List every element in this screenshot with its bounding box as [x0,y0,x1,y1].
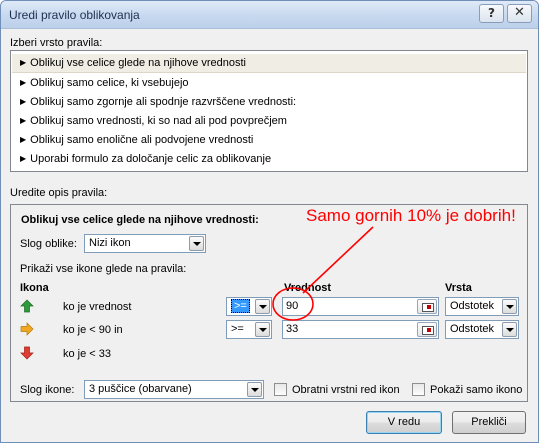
value-column-header: Vrednost [284,282,332,294]
row-condition-text: ko je vrednost [63,301,132,313]
rule-type-item[interactable]: ▶ Oblikuj vse celice glede na njihove vre… [12,54,526,73]
triangle-icon: ▶ [20,78,27,87]
chevron-down-icon[interactable] [255,299,270,314]
rule-type-list[interactable]: ▶ Oblikuj vse celice glede na njihove vre… [10,50,528,172]
green-up-arrow-icon [20,299,34,313]
red-down-arrow-icon [20,346,34,360]
row-condition-text: ko je < 90 in [63,324,123,336]
help-button[interactable]: ? [479,4,504,23]
row-condition-text: ko je < 33 [63,348,112,360]
type-column-header: Vrsta [445,282,472,294]
show-icon-only-checkbox[interactable] [412,383,425,396]
value-type-select[interactable]: Odstotek [445,297,519,316]
icon-style-select[interactable]: 3 puščice (obarvane) [84,380,264,399]
ok-button[interactable]: V redu [366,411,442,434]
rule-type-label: Izberi vrsto pravila: [10,37,103,49]
rule-type-item[interactable]: ▶ Oblikuj samo celice, ki vsebujejo [12,74,526,93]
value-input[interactable]: 90 [282,297,439,316]
triangle-icon: ▶ [20,116,27,125]
icon-style-label: Slog ikone: [20,384,75,396]
cancel-button[interactable]: Prekliči [452,411,526,434]
chevron-down-icon[interactable] [255,322,270,337]
triangle-icon: ▶ [20,97,27,106]
description-label: Uredite opis pravila: [10,187,108,199]
rule-type-item[interactable]: ▶ Oblikuj samo zgornje ali spodnje razvrš… [12,93,526,112]
description-heading: Oblikuj vse celice glede na njihove vred… [21,214,259,226]
dialog-title: Uredi pravilo oblikovanja [9,8,140,22]
close-button[interactable]: ✕ [507,4,532,23]
chevron-down-icon[interactable] [247,382,262,397]
rule-type-item[interactable]: ▶ Uporabi formulo za določanje celic za o… [12,150,526,169]
rule-type-item[interactable]: ▶ Oblikuj samo enolične ali podvojene vre… [12,131,526,150]
value-type-select[interactable]: Odstotek [445,320,519,339]
rule-type-item[interactable]: ▶ Oblikuj samo vrednosti, ki so nad ali p… [12,112,526,131]
yellow-right-arrow-icon [20,322,34,336]
dialog-window: Uredi pravilo oblikovanja ? ✕ Izberi vrs… [0,0,539,443]
icon-column-header: Ikona [20,282,49,294]
cell-reference-icon[interactable] [417,322,437,337]
title-bar: Uredi pravilo oblikovanja ? ✕ [1,1,538,29]
chevron-down-icon[interactable] [502,299,517,314]
operator-select[interactable]: >= [226,320,272,339]
annotation-text: Samo gornih 10% je dobrih! [306,206,516,225]
cell-reference-icon[interactable] [417,299,437,314]
show-icons-label: Prikaži vse ikone glede na pravila: [20,263,187,275]
style-label: Slog oblike: [20,238,77,250]
chevron-down-icon[interactable] [189,236,204,251]
triangle-icon: ▶ [20,58,27,67]
operator-select[interactable]: >= [226,297,272,316]
reverse-order-label: Obratni vrstni red ikon [292,384,400,396]
triangle-icon: ▶ [20,135,27,144]
reverse-order-checkbox[interactable] [274,383,287,396]
show-icon-only-label: Pokaži samo ikono [430,384,523,396]
format-style-select[interactable]: Nizi ikon [84,234,206,253]
chevron-down-icon[interactable] [502,322,517,337]
value-input[interactable]: 33 [282,320,439,339]
triangle-icon: ▶ [20,154,27,163]
